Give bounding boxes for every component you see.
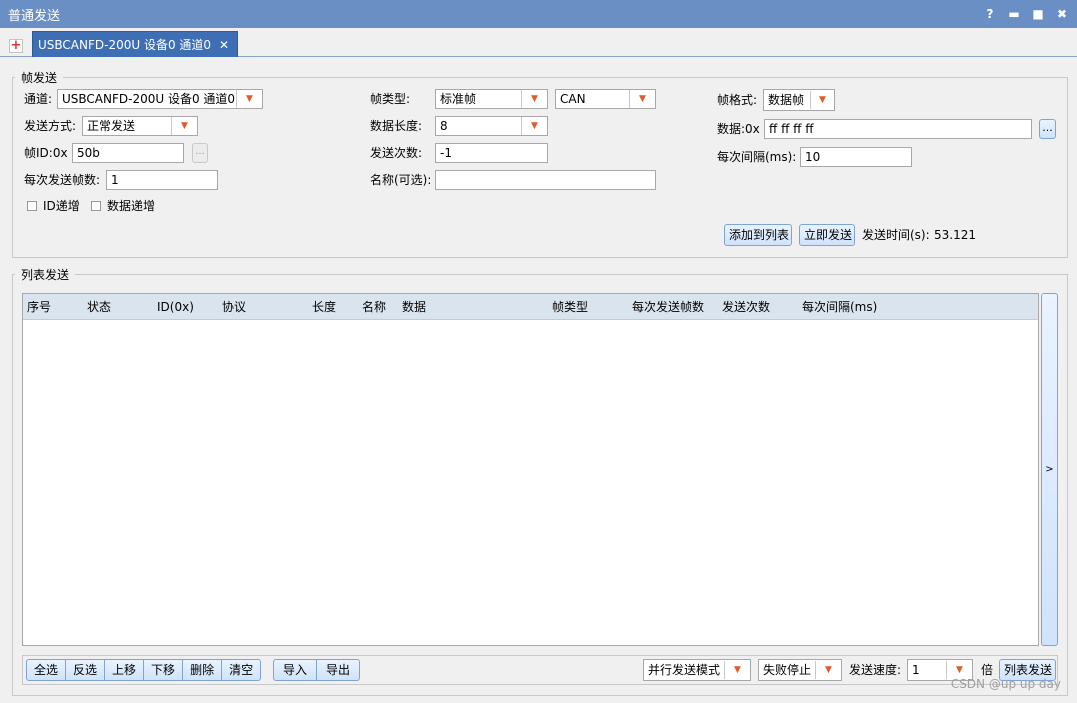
data-length-value: 8 (440, 119, 448, 133)
watermark: CSDN @up up day (950, 677, 1061, 691)
frame-id-input[interactable]: 50b (72, 143, 184, 163)
protocol-value: CAN (560, 92, 586, 106)
column-header[interactable]: ID(0x) (157, 294, 194, 320)
import-button[interactable]: 导入 (273, 659, 318, 681)
data-increment-checkbox[interactable]: 数据递增 (91, 198, 155, 214)
id-increment-label: ID递增 (43, 199, 80, 213)
table-header: 序号 状态 ID(0x) 协议 长度 名称 数据 帧类型 每次发送帧数 发送次数… (23, 294, 1038, 320)
column-header[interactable]: 每次发送帧数 (632, 294, 704, 320)
tab-strip: + USBCANFD-200U 设备0 通道0 ✕ (0, 28, 1077, 57)
chevron-down-icon[interactable]: ▼ (815, 661, 841, 679)
checkbox-box[interactable] (27, 201, 37, 211)
data-input[interactable]: ff ff ff ff (764, 119, 1032, 139)
list-toolbar: 全选 反选 上移 下移 删除 清空 导入 导出 并行发送模式 ▼ 失败停止 ▼ … (22, 655, 1058, 685)
column-header[interactable]: 数据 (402, 294, 426, 320)
invert-selection-button[interactable]: 反选 (66, 659, 106, 681)
help-icon[interactable]: ? (983, 7, 997, 21)
tab-close-icon[interactable]: ✕ (219, 38, 229, 52)
send-mode-label: 发送方式: (24, 119, 77, 133)
move-up-button[interactable]: 上移 (105, 659, 145, 681)
interval-label: 每次间隔(ms): (717, 150, 797, 164)
fail-action-value: 失败停止 (763, 663, 812, 677)
channel-select[interactable]: USBCANFD-200U 设备0 通道0 ▼ (57, 89, 263, 109)
name-input[interactable] (435, 170, 656, 190)
chevron-down-icon[interactable]: ▼ (171, 117, 197, 135)
add-to-list-button[interactable]: 添加到列表 (724, 224, 792, 246)
frame-format-select[interactable]: 数据帧 ▼ (763, 89, 835, 111)
id-increment-checkbox[interactable]: ID递增 (27, 198, 80, 214)
frame-id-label: 帧ID:0x (24, 146, 68, 160)
data-length-select[interactable]: 8 ▼ (435, 116, 548, 136)
select-all-button[interactable]: 全选 (26, 659, 67, 681)
send-mode-value: 正常发送 (87, 119, 136, 133)
frame-format-value: 数据帧 (768, 93, 805, 107)
window-titlebar: 普通发送 ? ▬ ■ ✖ (0, 0, 1077, 28)
export-button[interactable]: 导出 (317, 659, 361, 681)
column-header[interactable]: 序号 (27, 294, 51, 320)
add-tab-icon[interactable]: + (9, 39, 23, 53)
frame-send-legend: 帧发送 (21, 71, 58, 85)
send-time-label: 发送时间(s): (862, 228, 930, 242)
list-io-buttons: 导入 导出 (273, 659, 361, 681)
column-header[interactable]: 状态 (87, 294, 111, 320)
checkbox-box[interactable] (91, 201, 101, 211)
column-header[interactable]: 发送次数 (722, 294, 770, 320)
send-count-label: 发送次数: (370, 146, 423, 160)
column-header[interactable]: 每次间隔(ms) (802, 294, 877, 320)
chevron-down-icon[interactable]: ▼ (810, 91, 834, 109)
list-send-legend: 列表发送 (21, 268, 70, 282)
list-edit-buttons: 全选 反选 上移 下移 删除 清空 (26, 659, 262, 681)
column-header[interactable]: 协议 (222, 294, 246, 320)
delete-button[interactable]: 删除 (183, 659, 223, 681)
data-increment-label: 数据递增 (107, 199, 156, 213)
data-length-label: 数据长度: (370, 119, 423, 133)
send-count-input[interactable]: -1 (435, 143, 548, 163)
data-label: 数据:0x (717, 122, 760, 136)
minimize-icon[interactable]: ▬ (1007, 7, 1021, 21)
chevron-down-icon[interactable]: ▼ (236, 90, 262, 108)
move-down-button[interactable]: 下移 (144, 659, 184, 681)
frame-format-label: 帧格式: (717, 93, 758, 107)
chevron-down-icon[interactable]: ▼ (521, 117, 547, 135)
name-label: 名称(可选): (370, 173, 432, 187)
channel-label: 通道: (24, 92, 53, 106)
interval-input[interactable]: 10 (800, 147, 912, 167)
send-now-button[interactable]: 立即发送 (799, 224, 855, 246)
column-header[interactable]: 长度 (312, 294, 336, 320)
tab-usbcanfd-channel0[interactable]: USBCANFD-200U 设备0 通道0 ✕ (32, 31, 239, 57)
protocol-select[interactable]: CAN ▼ (555, 89, 656, 109)
send-mode-select[interactable]: 正常发送 ▼ (82, 116, 198, 136)
data-more-button[interactable]: ... (1039, 119, 1056, 139)
frame-type-label: 帧类型: (370, 92, 411, 106)
maximize-icon[interactable]: ■ (1031, 7, 1045, 21)
frame-type-select[interactable]: 标准帧 ▼ (435, 89, 548, 109)
send-list-table[interactable]: 序号 状态 ID(0x) 协议 长度 名称 数据 帧类型 每次发送帧数 发送次数… (22, 293, 1039, 646)
window-title: 普通发送 (8, 8, 61, 24)
frame-id-more-button[interactable]: ... (192, 143, 208, 163)
fail-action-select[interactable]: 失败停止 ▼ (758, 659, 842, 681)
frames-per-send-input[interactable]: 1 (106, 170, 218, 190)
clear-button[interactable]: 清空 (222, 659, 262, 681)
expand-panel-button[interactable]: > (1041, 293, 1058, 646)
send-time-value: 53.121 (934, 228, 976, 242)
send-mode-list-select[interactable]: 并行发送模式 ▼ (643, 659, 751, 681)
send-mode-list-value: 并行发送模式 (648, 663, 721, 677)
window-controls: ? ▬ ■ ✖ (983, 7, 1069, 21)
send-speed-label: 发送速度: (849, 663, 902, 677)
column-header[interactable]: 名称 (362, 294, 386, 320)
send-speed-value: 1 (912, 663, 920, 677)
close-icon[interactable]: ✖ (1055, 7, 1069, 21)
frames-per-send-label: 每次发送帧数: (24, 173, 101, 187)
tab-label: USBCANFD-200U 设备0 通道0 (38, 38, 212, 52)
chevron-down-icon[interactable]: ▼ (521, 90, 547, 108)
frame-type-value: 标准帧 (440, 92, 477, 106)
channel-value: USBCANFD-200U 设备0 通道0 (62, 92, 236, 106)
column-header[interactable]: 帧类型 (552, 294, 588, 320)
chevron-down-icon[interactable]: ▼ (629, 90, 655, 108)
chevron-down-icon[interactable]: ▼ (724, 661, 750, 679)
